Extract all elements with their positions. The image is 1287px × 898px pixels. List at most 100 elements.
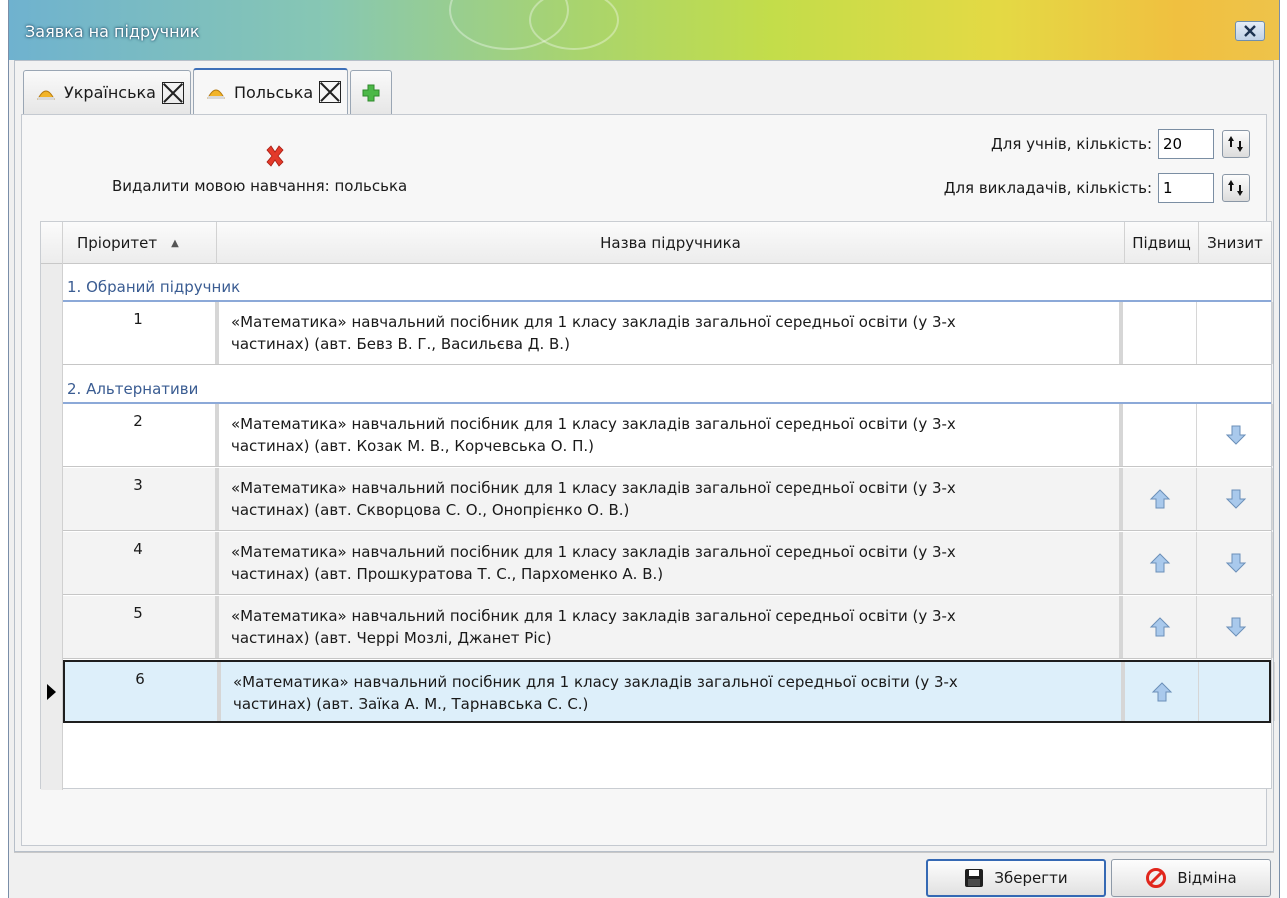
column-title-label: Назва підручника <box>600 234 741 252</box>
delete-language-action[interactable]: Видалити мовою навчання: польська <box>112 143 472 203</box>
raise-cell[interactable] <box>1125 662 1199 721</box>
students-quantity: Для учнів, кількість: <box>991 129 1250 159</box>
language-tabs: Українська Польська <box>23 68 394 114</box>
priority-cell: 1 <box>133 310 143 328</box>
arrow-up-icon <box>1149 489 1170 509</box>
title-line: частинах) (авт. Прошкуратова Т. С., Парх… <box>231 565 664 583</box>
tab-label: Українська <box>64 83 156 102</box>
title-line: частинах) (авт. Скворцова С. О., Онопріє… <box>231 501 630 519</box>
arrow-up-icon <box>1149 617 1170 637</box>
title-cell: «Математика» навчальний посібник для 1 к… <box>215 532 1123 594</box>
close-button[interactable] <box>1235 21 1265 41</box>
tab-arch-icon <box>37 90 55 100</box>
column-lower-label: Знизит <box>1207 234 1263 252</box>
add-tab-button[interactable] <box>350 70 393 114</box>
title-line: «Математика» навчальний посібник для 1 к… <box>231 543 956 561</box>
tab-ukrainian[interactable]: Українська <box>23 70 191 114</box>
table-row[interactable]: 6 «Математика» навчальний посібник для 1 … <box>63 660 1275 723</box>
raise-cell[interactable] <box>1123 596 1197 658</box>
raise-cell[interactable] <box>1123 468 1197 530</box>
column-raise-label: Підвищ <box>1132 234 1191 252</box>
up-down-icon <box>1228 180 1243 196</box>
title-cell: «Математика» навчальний посібник для 1 к… <box>215 404 1123 466</box>
cancel-icon <box>1146 868 1167 888</box>
arrow-down-icon <box>1225 617 1246 637</box>
table-row[interactable]: 3 «Математика» навчальний посібник для 1 … <box>63 468 1273 531</box>
up-down-icon <box>1228 136 1243 152</box>
column-priority[interactable]: Пріоритет ▲ <box>63 222 217 264</box>
header-corner <box>41 222 63 264</box>
tab-polish[interactable]: Польська <box>192 68 349 114</box>
floppy-disk-icon <box>965 869 984 887</box>
cancel-button-label: Відміна <box>1177 869 1237 887</box>
arrow-down-icon <box>1225 489 1246 509</box>
grid-header: Пріоритет ▲ Назва підручника Підвищ Зниз… <box>41 222 1271 264</box>
lower-cell[interactable] <box>1199 404 1273 466</box>
save-button[interactable]: Зберегти <box>926 859 1106 897</box>
priority-cell: 2 <box>133 412 143 430</box>
title-line: частинах) (авт. Козак М. В., Корчевська … <box>231 437 594 455</box>
cancel-button[interactable]: Відміна <box>1111 859 1271 897</box>
title-cell: «Математика» навчальний посібник для 1 к… <box>217 662 1125 721</box>
arrow-up-icon <box>1151 681 1172 701</box>
title-line: «Математика» навчальний посібник для 1 к… <box>231 607 956 625</box>
table-row[interactable]: 1 «Математика» навчальний посібник для 1 … <box>63 302 1273 365</box>
title-line: частинах) (авт. Заїка А. М., Тарнавська … <box>233 695 589 713</box>
column-priority-label: Пріоритет <box>77 234 158 252</box>
tab-close-icon[interactable] <box>161 81 184 104</box>
column-lower[interactable]: Знизит <box>1199 222 1271 264</box>
priority-cell: 3 <box>133 476 143 494</box>
tab-label: Польська <box>233 82 314 102</box>
arrow-up-icon <box>1149 553 1170 573</box>
tab-content: Видалити мовою навчання: польська Для уч… <box>21 114 1275 846</box>
students-quantity-stepper[interactable] <box>1222 130 1250 158</box>
sort-ascending-icon: ▲ <box>171 237 179 249</box>
close-icon <box>1244 25 1256 37</box>
dialog-window: Заявка на підручник Українська Польська … <box>8 0 1280 898</box>
table-row[interactable]: 4 «Математика» навчальний посібник для 1 … <box>63 532 1273 595</box>
plus-icon <box>362 84 380 101</box>
lower-cell[interactable] <box>1199 468 1273 530</box>
raise-cell <box>1123 302 1197 364</box>
table-row[interactable]: 5 «Математика» навчальний посібник для 1 … <box>63 596 1273 659</box>
save-button-label: Зберегти <box>994 869 1068 887</box>
title-cell: «Математика» навчальний посібник для 1 к… <box>215 468 1123 530</box>
lower-cell[interactable] <box>1199 532 1273 594</box>
textbook-grid: Пріоритет ▲ Назва підручника Підвищ Зниз… <box>40 221 1275 790</box>
title-line: «Математика» навчальний посібник для 1 к… <box>231 415 956 433</box>
teachers-quantity-label: Для викладачів, кількість: <box>943 179 1152 197</box>
row-indicator-column <box>41 264 63 790</box>
lower-cell[interactable] <box>1199 596 1273 658</box>
column-title[interactable]: Назва підручника <box>217 222 1125 264</box>
button-bar: Зберегти Відміна <box>14 852 1274 898</box>
raise-cell[interactable] <box>1123 532 1197 594</box>
lower-cell <box>1199 302 1273 364</box>
teachers-quantity: Для викладачів, кількість: <box>944 173 1250 203</box>
students-quantity-label: Для учнів, кількість: <box>991 135 1152 153</box>
delete-icon[interactable] <box>262 143 288 169</box>
title-line: «Математика» навчальний посібник для 1 к… <box>233 673 958 691</box>
priority-cell: 4 <box>133 540 143 558</box>
title-cell: «Математика» навчальний посібник для 1 к… <box>215 302 1123 364</box>
table-row[interactable]: 2 «Математика» навчальний посібник для 1 … <box>63 404 1273 467</box>
group-header: 1. Обраний підручник <box>63 272 1271 302</box>
teachers-quantity-input[interactable] <box>1158 173 1214 203</box>
window-title: Заявка на підручник <box>25 22 200 41</box>
teachers-quantity-stepper[interactable] <box>1222 174 1250 202</box>
title-line: «Математика» навчальний посібник для 1 к… <box>231 479 956 497</box>
students-quantity-input[interactable] <box>1158 129 1214 159</box>
delete-language-label: Видалити мовою навчання: польська <box>112 177 408 195</box>
column-raise[interactable]: Підвищ <box>1125 222 1199 264</box>
arrow-down-icon <box>1225 553 1246 573</box>
raise-cell <box>1123 404 1197 466</box>
priority-cell: 6 <box>135 670 145 688</box>
title-line: «Математика» навчальний посібник для 1 к… <box>231 313 956 331</box>
lower-cell <box>1201 662 1275 721</box>
tab-arch-icon <box>207 89 225 99</box>
tab-close-icon[interactable] <box>319 81 342 103</box>
title-line: частинах) (авт. Бевз В. Г., Васильєва Д.… <box>231 335 570 353</box>
title-cell: «Математика» навчальний посібник для 1 к… <box>215 596 1123 658</box>
arrow-down-icon <box>1225 425 1246 445</box>
current-row-indicator-icon <box>47 684 56 700</box>
title-bar[interactable]: Заявка на підручник <box>9 0 1279 60</box>
